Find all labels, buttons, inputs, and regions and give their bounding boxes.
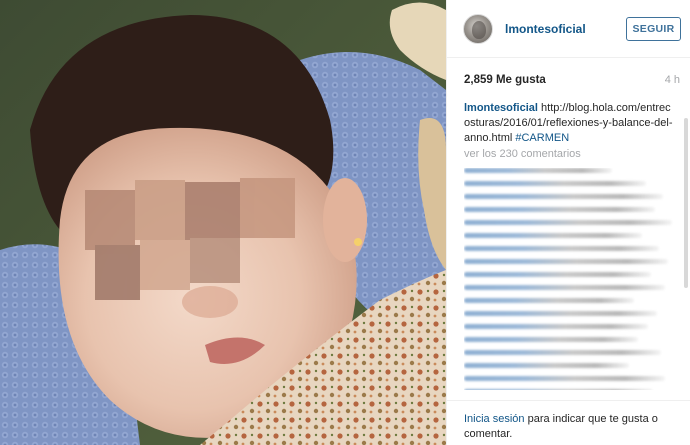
post-caption: lmontesoficial http://blog.hola.com/entr… (464, 101, 676, 146)
post-timestamp[interactable]: 4 h (665, 74, 680, 86)
post-header: lmontesoficial SEGUIR (447, 0, 690, 58)
caption-hashtag[interactable]: #CARMEN (515, 132, 569, 144)
comment-item (464, 285, 666, 290)
comment-item (464, 272, 651, 277)
comment-item (464, 194, 664, 199)
comment-item (464, 246, 660, 251)
comment-item (464, 259, 668, 264)
comments-list (464, 168, 676, 390)
post-footer: Inicia sesión para indicar que te gusta … (447, 400, 690, 445)
follow-button[interactable]: SEGUIR (626, 17, 681, 41)
baby-photo-illustration (0, 0, 446, 445)
login-link[interactable]: Inicia sesión (464, 413, 525, 425)
comment-item (464, 220, 672, 225)
comment-item (464, 311, 657, 316)
comment-item (464, 207, 655, 212)
comment-item (464, 233, 643, 238)
login-prompt: Inicia sesión para indicar que te gusta … (464, 412, 682, 442)
likes-count[interactable]: 2,859 Me gusta (464, 74, 546, 86)
comment-item (464, 324, 649, 329)
username-link[interactable]: lmontesoficial (505, 22, 586, 36)
post-photo (0, 0, 446, 445)
comment-item (464, 363, 630, 368)
avatar[interactable] (463, 14, 493, 44)
post-details-panel: lmontesoficial SEGUIR 2,859 Me gusta 4 h… (446, 0, 690, 445)
comment-item (464, 168, 613, 173)
comment-item (464, 389, 653, 390)
comment-item (464, 298, 634, 303)
comment-item (464, 181, 647, 186)
comment-item (464, 350, 662, 355)
comment-item (464, 337, 638, 342)
scrollbar[interactable] (684, 118, 688, 288)
comment-item (464, 376, 666, 381)
caption-username[interactable]: lmontesoficial (464, 102, 538, 114)
view-comments-link[interactable]: ver los 230 comentarios (464, 148, 581, 160)
